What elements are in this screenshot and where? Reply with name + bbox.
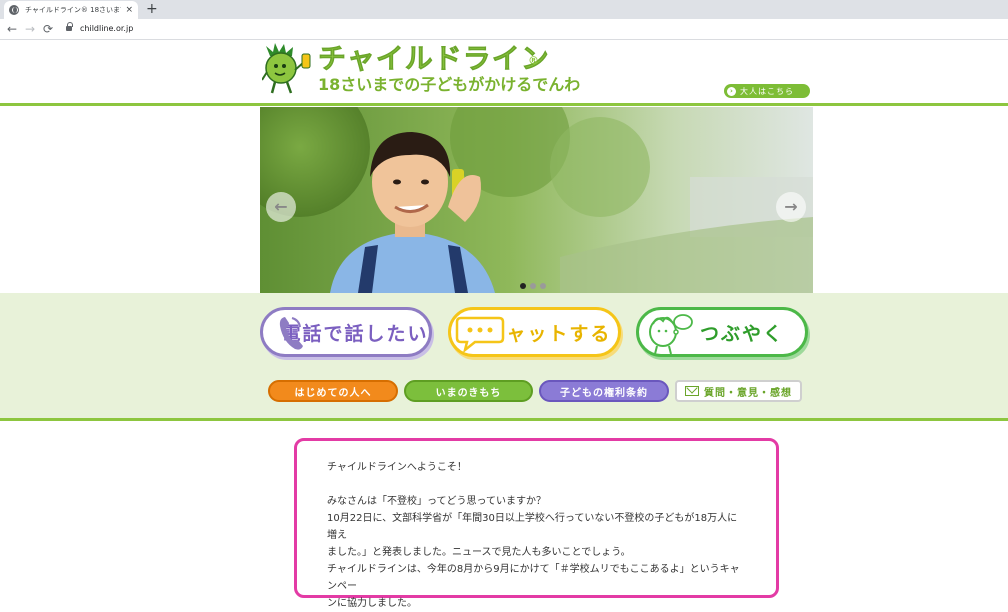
phone-button[interactable]: 電話で話したい	[260, 307, 432, 357]
url-field[interactable]: childline.or.jp	[80, 23, 133, 35]
tab-title: チャイルドライン® 18さいまでの子ど	[25, 6, 121, 14]
chevron-right-icon: ›	[727, 86, 736, 96]
childline-mascot-logo[interactable]	[262, 42, 312, 94]
message-line: 10月22日に、文部科学省が「年間30日以上学校へ行っていない不登校の子どもが1…	[327, 513, 738, 541]
message-line: みなさんは「不登校」ってどう思っていますか？	[327, 496, 546, 507]
slider-dots	[520, 283, 546, 289]
mutter-button-label: つぶやく	[699, 322, 784, 345]
message-line: ンに協力しました。	[327, 598, 417, 609]
slider-next-button[interactable]: →	[776, 192, 806, 222]
welcome-line: チャイルドラインへようこそ！	[327, 462, 467, 473]
chat-button[interactable]: チャットする	[448, 307, 621, 357]
address-bar: ← → ⟳ childline.or.jp	[0, 19, 1008, 40]
lock-icon	[66, 22, 73, 32]
feelings-button[interactable]: いまのきもち	[404, 380, 533, 402]
mail-icon	[685, 386, 699, 396]
for-adults-label: 大人はこちら	[740, 86, 794, 96]
tab-close-icon[interactable]: ×	[125, 5, 133, 15]
back-icon[interactable]: ←	[7, 22, 17, 36]
header-divider	[0, 103, 1008, 106]
slider-dot[interactable]	[520, 283, 526, 289]
slider-dot[interactable]	[530, 283, 536, 289]
message-line: ました。」と発表しました。ニュースで見た人も多いことでしょう。	[327, 547, 631, 558]
phone-icon	[279, 317, 303, 350]
band-divider	[0, 418, 1008, 421]
new-tab-button[interactable]: +	[146, 2, 158, 16]
logo-title: チャイルドライン	[318, 42, 550, 75]
first-time-button[interactable]: はじめての人へ	[268, 380, 398, 402]
forward-icon[interactable]: →	[25, 22, 35, 36]
feedback-button[interactable]: 質問・意見・感想	[675, 380, 802, 402]
browser-tab-bar: チャイルドライン® 18さいまでの子ど × +	[0, 0, 1008, 19]
hero-slide-image	[260, 107, 813, 293]
slider-prev-button[interactable]: ←	[266, 192, 296, 222]
slider-dot[interactable]	[540, 283, 546, 289]
for-adults-link[interactable]: › 大人はこちら	[724, 84, 810, 98]
message-line: チャイルドラインは、今年の8月から9月にかけて「＃学校ムリでもここあるよ」という…	[327, 564, 740, 592]
child-rights-button[interactable]: 子どもの権利条約	[539, 380, 669, 402]
globe-icon	[9, 5, 19, 15]
browser-tab[interactable]: チャイルドライン® 18さいまでの子ど ×	[4, 1, 138, 19]
reload-icon[interactable]: ⟳	[43, 22, 53, 36]
logo-subtitle: 18さいまでの子どもがかけるでんわ	[318, 75, 581, 94]
mutter-button[interactable]: つぶやく	[636, 307, 808, 357]
registered-mark: ®	[528, 54, 539, 67]
chat-bubble-icon	[455, 316, 505, 354]
feedback-button-label: 質問・意見・感想	[704, 387, 792, 399]
mutter-character-icon	[649, 314, 693, 355]
welcome-message-box: チャイルドラインへようこそ！ みなさんは「不登校」ってどう思っていますか？ 10…	[294, 438, 779, 609]
